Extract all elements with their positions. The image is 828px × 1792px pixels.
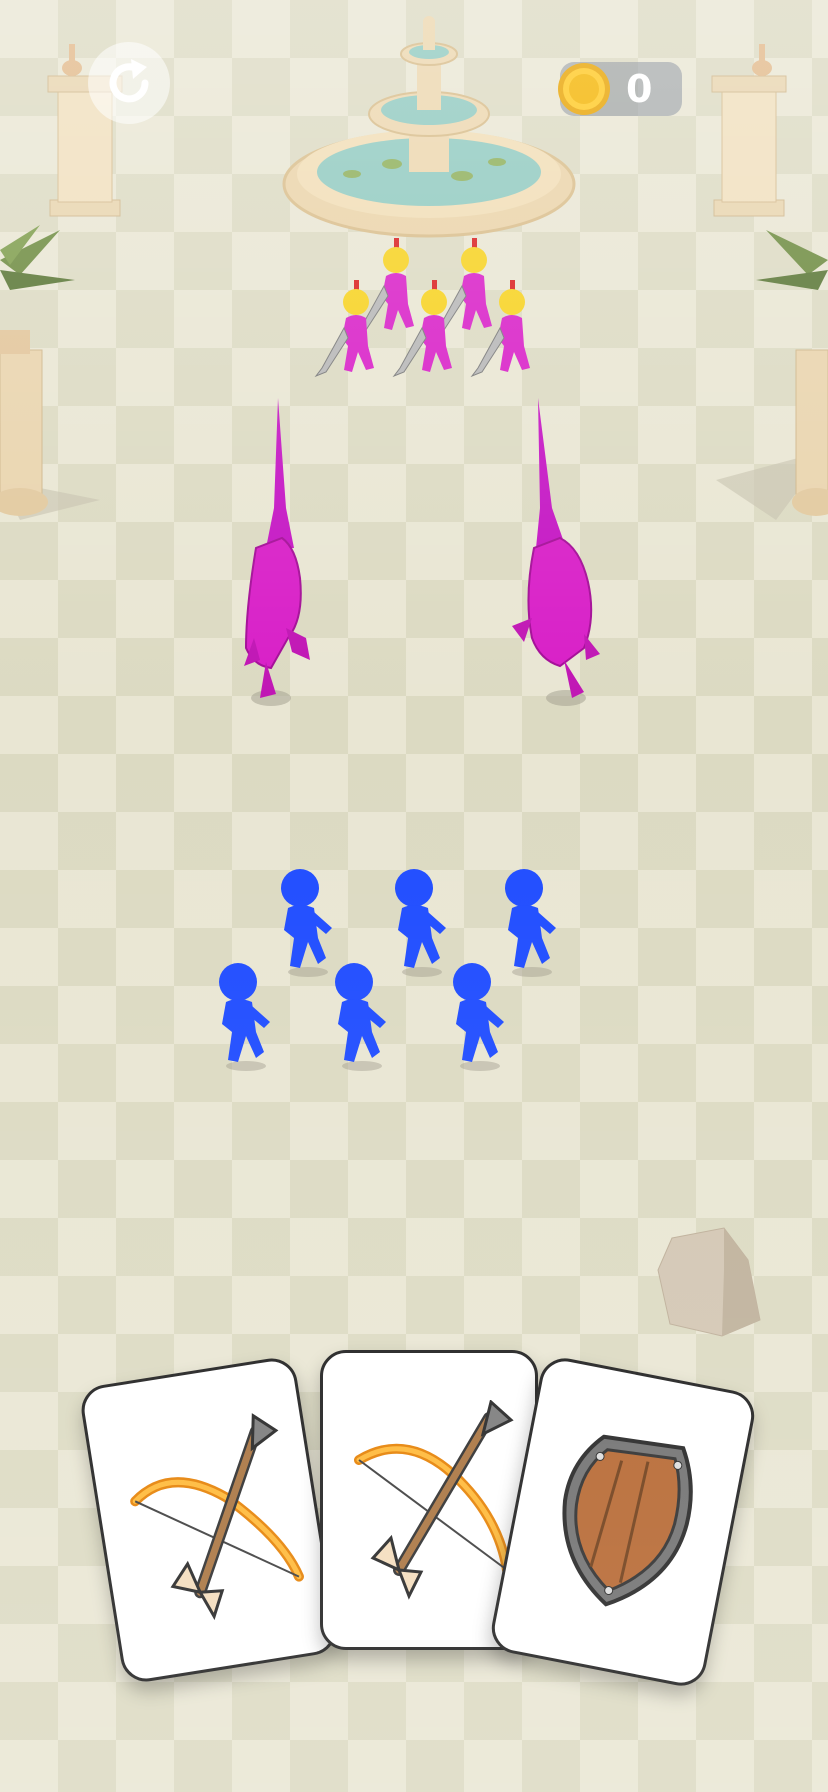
- coin-count: 0: [626, 67, 653, 111]
- shield-icon: [562, 1434, 693, 1607]
- restart-button[interactable]: [88, 42, 170, 124]
- enemy-spartan: [314, 280, 374, 378]
- enemy-spartan: [392, 280, 452, 378]
- player-soldier: [335, 963, 386, 1071]
- palm-plant-right: [716, 230, 828, 520]
- card-bow-1[interactable]: [77, 1354, 341, 1686]
- restart-icon: [109, 59, 149, 103]
- fountain: [282, 16, 576, 238]
- bow-and-arrow-icon: [130, 1413, 304, 1621]
- coin-icon: [558, 63, 610, 115]
- palm-plant-left: [0, 225, 100, 520]
- enemy-dinosaur: [244, 398, 310, 706]
- rock: [657, 1227, 761, 1337]
- coin-counter: 0: [558, 62, 682, 116]
- enemy-dinosaur: [512, 398, 600, 706]
- game-scene[interactable]: 0: [0, 0, 828, 1792]
- player-soldier: [453, 963, 504, 1071]
- player-soldier: [219, 963, 270, 1071]
- bow-and-arrow-icon: [354, 1400, 514, 1600]
- pillar-right: [711, 44, 787, 217]
- enemy-spartan: [470, 280, 530, 378]
